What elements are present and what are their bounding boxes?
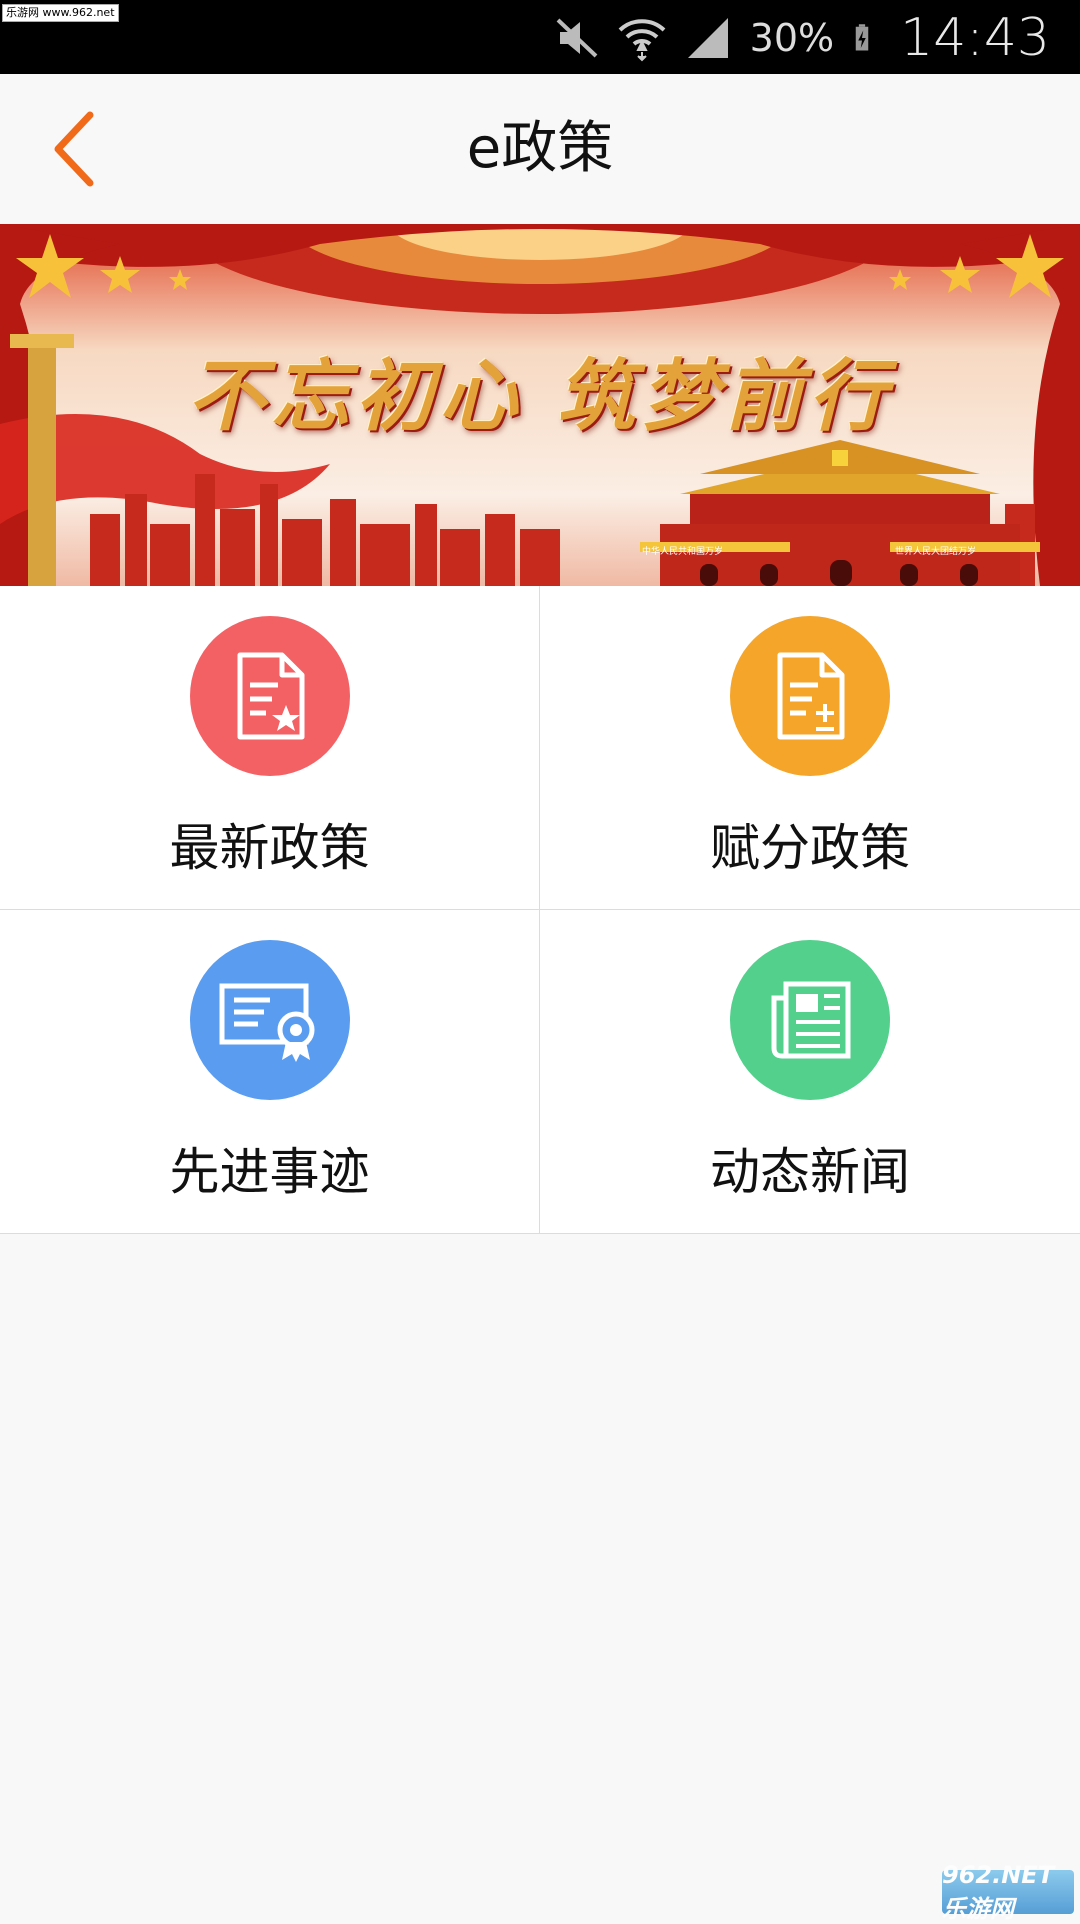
menu-item-score-policy[interactable]: 赋分政策 xyxy=(540,586,1080,910)
newspaper-icon xyxy=(730,940,890,1100)
menu-item-label: 赋分政策 xyxy=(710,819,910,877)
certificate-icon xyxy=(189,940,350,1100)
menu-item-news[interactable]: 动态新闻 xyxy=(540,910,1080,1234)
menu-item-latest-policy[interactable]: 最新政策 xyxy=(0,586,540,910)
menu-item-label: 最新政策 xyxy=(169,819,370,877)
document-star-icon xyxy=(189,616,350,776)
status-icons: 30% 14:43 xyxy=(552,8,1050,68)
banner-image[interactable]: 不忘初心 筑梦前行 中华人民共和国万岁 世界人民大团结万岁 xyxy=(0,224,1080,586)
mute-icon xyxy=(556,18,598,58)
app-header: e政策 xyxy=(0,74,1080,224)
wifi-icon xyxy=(618,19,666,62)
battery-percent: 30% xyxy=(749,16,835,60)
menu-item-advanced-deeds[interactable]: 先进事迹 xyxy=(0,910,540,1234)
signal-icon xyxy=(687,18,728,58)
status-bar: 乐游网 www.962.net 30% 14:43 xyxy=(0,0,1080,74)
page-title: e政策 xyxy=(466,116,614,181)
watermark-label: 乐游网 www.962.net xyxy=(2,4,119,22)
menu-grid: 最新政策 赋分政策 先进事迹 动态新闻 xyxy=(0,586,1080,1234)
banner-caption-left: 中华人民共和国万岁 xyxy=(642,547,724,557)
menu-item-label: 动态新闻 xyxy=(710,1143,910,1201)
banner-slogan: 不忘初心 筑梦前行 xyxy=(187,351,893,442)
corner-watermark: 962.NET 乐游网 xyxy=(942,1861,1074,1923)
menu-item-label: 先进事迹 xyxy=(169,1143,370,1201)
document-plus-minus-icon xyxy=(730,616,890,776)
battery-charging-icon xyxy=(855,24,869,51)
clock: 14:43 xyxy=(900,8,1050,68)
banner-caption-right: 世界人民大团结万岁 xyxy=(895,547,977,557)
